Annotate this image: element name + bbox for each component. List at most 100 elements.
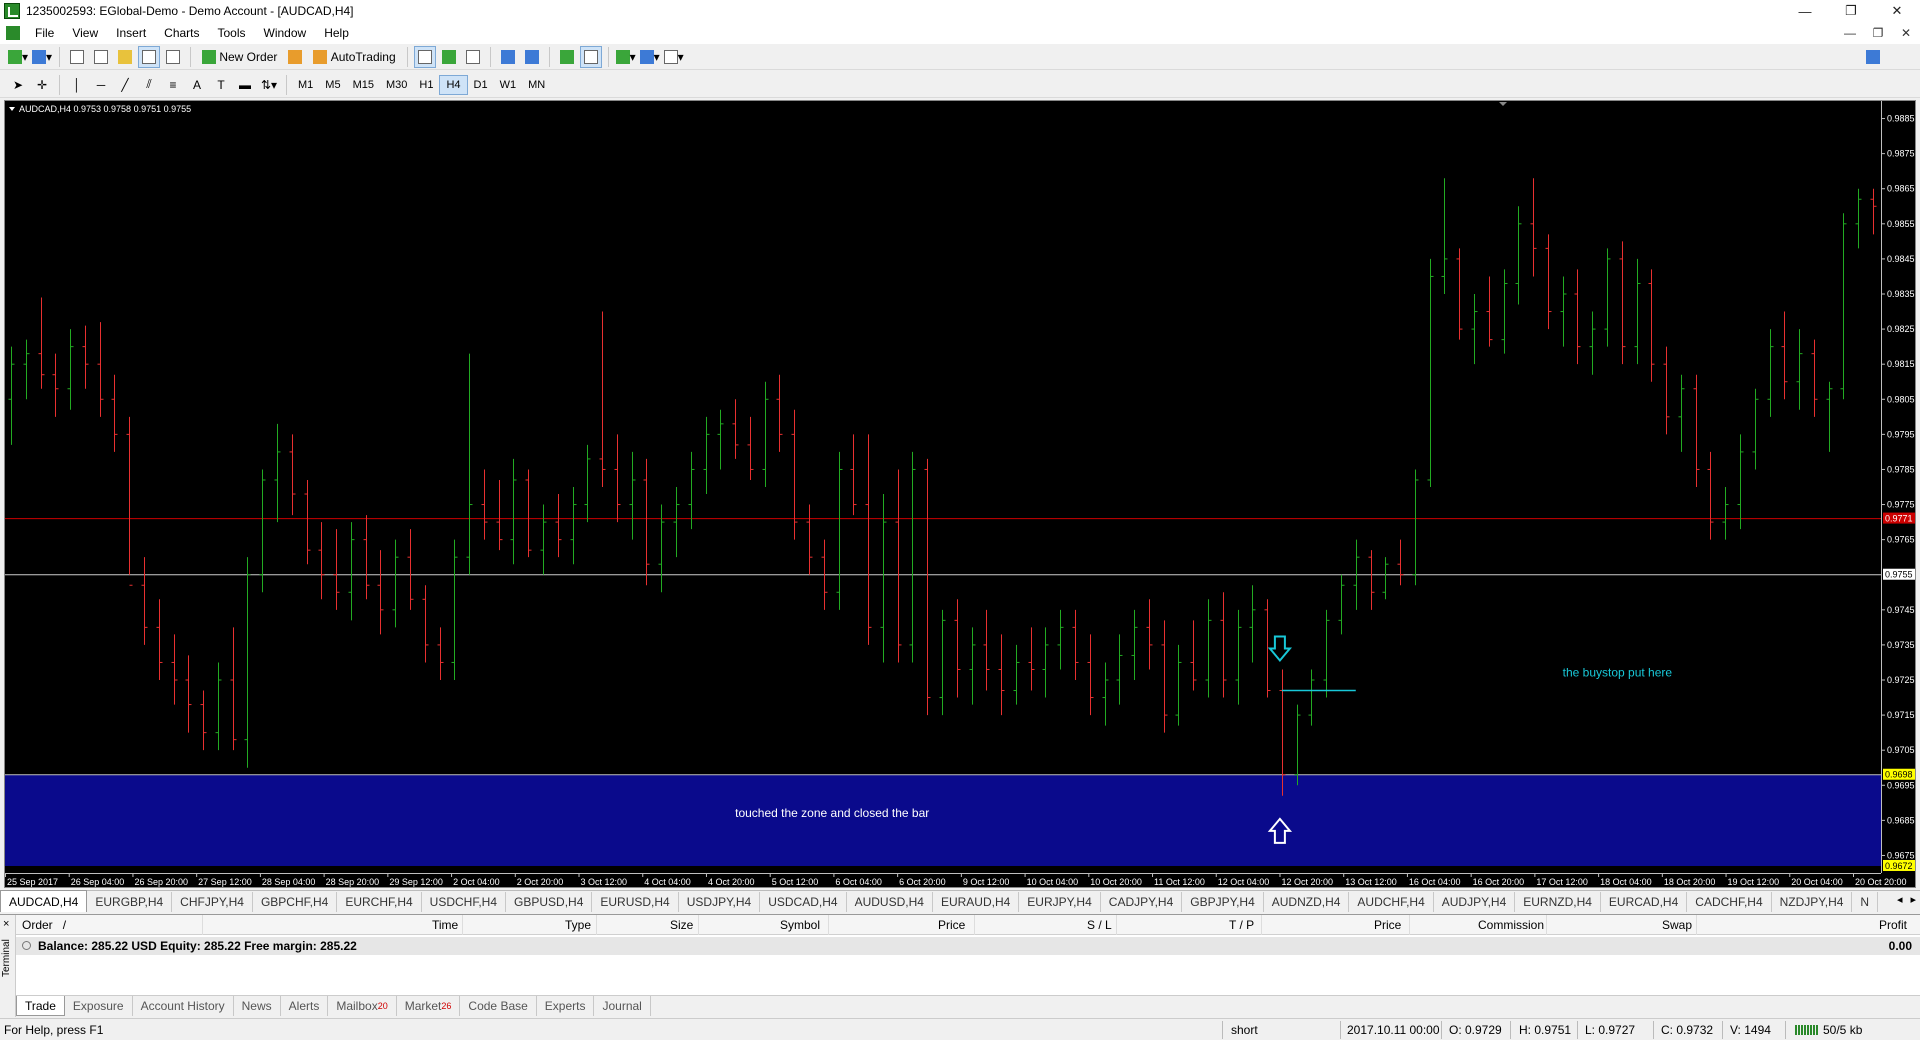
timeframe-mn[interactable]: MN	[522, 75, 551, 95]
crosshair-button[interactable]: ✛	[31, 74, 53, 96]
zoom-out-button[interactable]	[521, 46, 543, 68]
terminal-tab-journal[interactable]: Journal	[594, 996, 651, 1016]
menu-insert[interactable]: Insert	[107, 22, 155, 44]
chart-tab-eurjpy-h4[interactable]: EURJPY,H4	[1019, 892, 1101, 912]
col-symbol[interactable]: Symbol	[780, 918, 820, 932]
search-icon[interactable]	[1866, 50, 1880, 64]
chart-canvas[interactable]: the buystop put here touched the zone and…	[5, 101, 1915, 887]
strategy-tester-button[interactable]	[162, 46, 184, 68]
horizontal-line-button[interactable]: ─	[90, 74, 112, 96]
chart-tab-euraud-h4[interactable]: EURAUD,H4	[933, 892, 1020, 912]
col-swap[interactable]: Swap	[1662, 918, 1692, 932]
terminal-toggle-button[interactable]	[138, 45, 160, 68]
chart-tab-gbpjpy-h4[interactable]: GBPJPY,H4	[1182, 892, 1264, 912]
col-profit[interactable]: Profit	[1879, 918, 1907, 932]
market-watch-button[interactable]	[66, 46, 88, 68]
bar-chart-button[interactable]	[413, 45, 436, 68]
fibonacci-button[interactable]: ≡	[162, 74, 184, 96]
child-close-button[interactable]: ✕	[1892, 26, 1920, 40]
chart-tab-gbpusd-h4[interactable]: GBPUSD,H4	[506, 892, 593, 912]
col-price2[interactable]: Price	[1374, 918, 1401, 932]
autotrading-button[interactable]: AutoTrading	[308, 46, 400, 68]
chart-tab-n[interactable]: N	[1852, 892, 1879, 912]
menu-window[interactable]: Window	[255, 22, 316, 44]
timeframe-m15[interactable]: M15	[347, 75, 380, 95]
terminal-tab-market[interactable]: Market 26	[397, 996, 461, 1016]
terminal-tab-trade[interactable]: Trade	[16, 996, 65, 1016]
terminal-close-icon[interactable]: ×	[3, 918, 9, 930]
col-commission[interactable]: Commission	[1478, 918, 1544, 932]
col-order[interactable]: Order /	[22, 918, 66, 932]
chart-tab-cadjpy-h4[interactable]: CADJPY,H4	[1101, 892, 1183, 912]
chart-tab-nzdjpy-h4[interactable]: NZDJPY,H4	[1772, 892, 1853, 912]
chart-tab-eurnzd-h4[interactable]: EURNZD,H4	[1515, 892, 1601, 912]
chart-tab-audcad-h4[interactable]: AUDCAD,H4	[0, 890, 88, 912]
cursor-button[interactable]: ➤	[7, 74, 29, 96]
data-window-button[interactable]	[90, 46, 112, 68]
chart-tab-gbpchf-h4[interactable]: GBPCHF,H4	[253, 892, 338, 912]
chart-tab-eurchf-h4[interactable]: EURCHF,H4	[337, 892, 422, 912]
timeframe-m1[interactable]: M1	[292, 75, 319, 95]
timeframe-w1[interactable]: W1	[494, 75, 523, 95]
chart-tab-cadchf-h4[interactable]: CADCHF,H4	[1687, 892, 1772, 912]
timeframe-h4[interactable]: H4	[439, 74, 468, 95]
menu-help[interactable]: Help	[315, 22, 358, 44]
trendline-button[interactable]: ╱	[114, 74, 136, 96]
periods-button[interactable]: ▾	[639, 46, 661, 68]
timeframe-h1[interactable]: H1	[413, 75, 439, 95]
timeframe-m30[interactable]: M30	[380, 75, 413, 95]
minimize-button[interactable]: —	[1782, 0, 1828, 22]
text-label-button[interactable]: T	[210, 74, 232, 96]
chart-tab-usdcad-h4[interactable]: USDCAD,H4	[760, 892, 847, 912]
new-order-button[interactable]: New Order	[197, 46, 282, 68]
chart-tab-usdjpy-h4[interactable]: USDJPY,H4	[679, 892, 761, 912]
navigator-button[interactable]	[114, 46, 136, 68]
indicators-button[interactable]: ▾	[615, 46, 637, 68]
chart-tab-chfjpy-h4[interactable]: CHFJPY,H4	[172, 892, 253, 912]
chart-tab-eurgbp-h4[interactable]: EURGBP,H4	[87, 892, 173, 912]
demand-zone-rectangle[interactable]	[5, 774, 1881, 866]
chart-tab-usdchf-h4[interactable]: USDCHF,H4	[422, 892, 507, 912]
metaeditor-button[interactable]	[284, 46, 306, 68]
maximize-button[interactable]: ❐	[1828, 0, 1874, 22]
price-chart[interactable]: the buystop put here touched the zone and…	[4, 100, 1916, 888]
vertical-line-button[interactable]: │	[66, 74, 88, 96]
new-chart-button[interactable]: ▾	[7, 46, 29, 68]
templates-button[interactable]: ▾	[663, 46, 685, 68]
menu-file[interactable]: File	[26, 22, 63, 44]
channel-button[interactable]: ⫽	[138, 74, 160, 96]
chart-tab-eurcad-h4[interactable]: EURCAD,H4	[1601, 892, 1688, 912]
menu-charts[interactable]: Charts	[155, 22, 208, 44]
chart-tab-eurusd-h4[interactable]: EURUSD,H4	[592, 892, 679, 912]
menu-tools[interactable]: Tools	[209, 22, 255, 44]
text-button[interactable]: A	[186, 74, 208, 96]
child-minimize-button[interactable]: —	[1836, 26, 1864, 40]
chart-window-icon[interactable]	[6, 26, 20, 40]
tab-scroll-right-icon[interactable]: ▸	[1910, 893, 1916, 906]
terminal-tab-alerts[interactable]: Alerts	[281, 996, 329, 1016]
tab-scroll-left-icon[interactable]: ◂	[1897, 893, 1903, 906]
arrows-button[interactable]: ⇅▾	[258, 74, 280, 96]
buystop-annotation[interactable]: the buystop put here	[1563, 665, 1673, 679]
menu-view[interactable]: View	[63, 22, 107, 44]
rectangle-button[interactable]: ▬	[234, 74, 256, 96]
balance-row[interactable]: Balance: 285.22 USD Equity: 285.22 Free …	[16, 937, 1920, 955]
terminal-tab-news[interactable]: News	[234, 996, 281, 1016]
chart-tab-audnzd-h4[interactable]: AUDNZD,H4	[1264, 892, 1350, 912]
col-size[interactable]: Size	[670, 918, 693, 932]
chart-tab-audjpy-h4[interactable]: AUDJPY,H4	[1434, 892, 1516, 912]
candle-chart-button[interactable]	[438, 46, 460, 68]
close-button[interactable]: ✕	[1874, 0, 1920, 22]
chart-shift-button[interactable]	[579, 45, 602, 68]
line-chart-button[interactable]	[462, 46, 484, 68]
terminal-tab-exposure[interactable]: Exposure	[65, 996, 133, 1016]
col-price[interactable]: Price	[938, 918, 965, 932]
zone-annotation[interactable]: touched the zone and closed the bar	[735, 806, 929, 820]
terminal-tab-mailbox[interactable]: Mailbox 20	[328, 996, 397, 1016]
col-type[interactable]: Type	[565, 918, 591, 932]
zoom-in-button[interactable]	[497, 46, 519, 68]
col-tp[interactable]: T / P	[1229, 918, 1254, 932]
profiles-button[interactable]: ▾	[31, 46, 53, 68]
terminal-tab-account-history[interactable]: Account History	[133, 996, 234, 1016]
terminal-tab-experts[interactable]: Experts	[537, 996, 595, 1016]
